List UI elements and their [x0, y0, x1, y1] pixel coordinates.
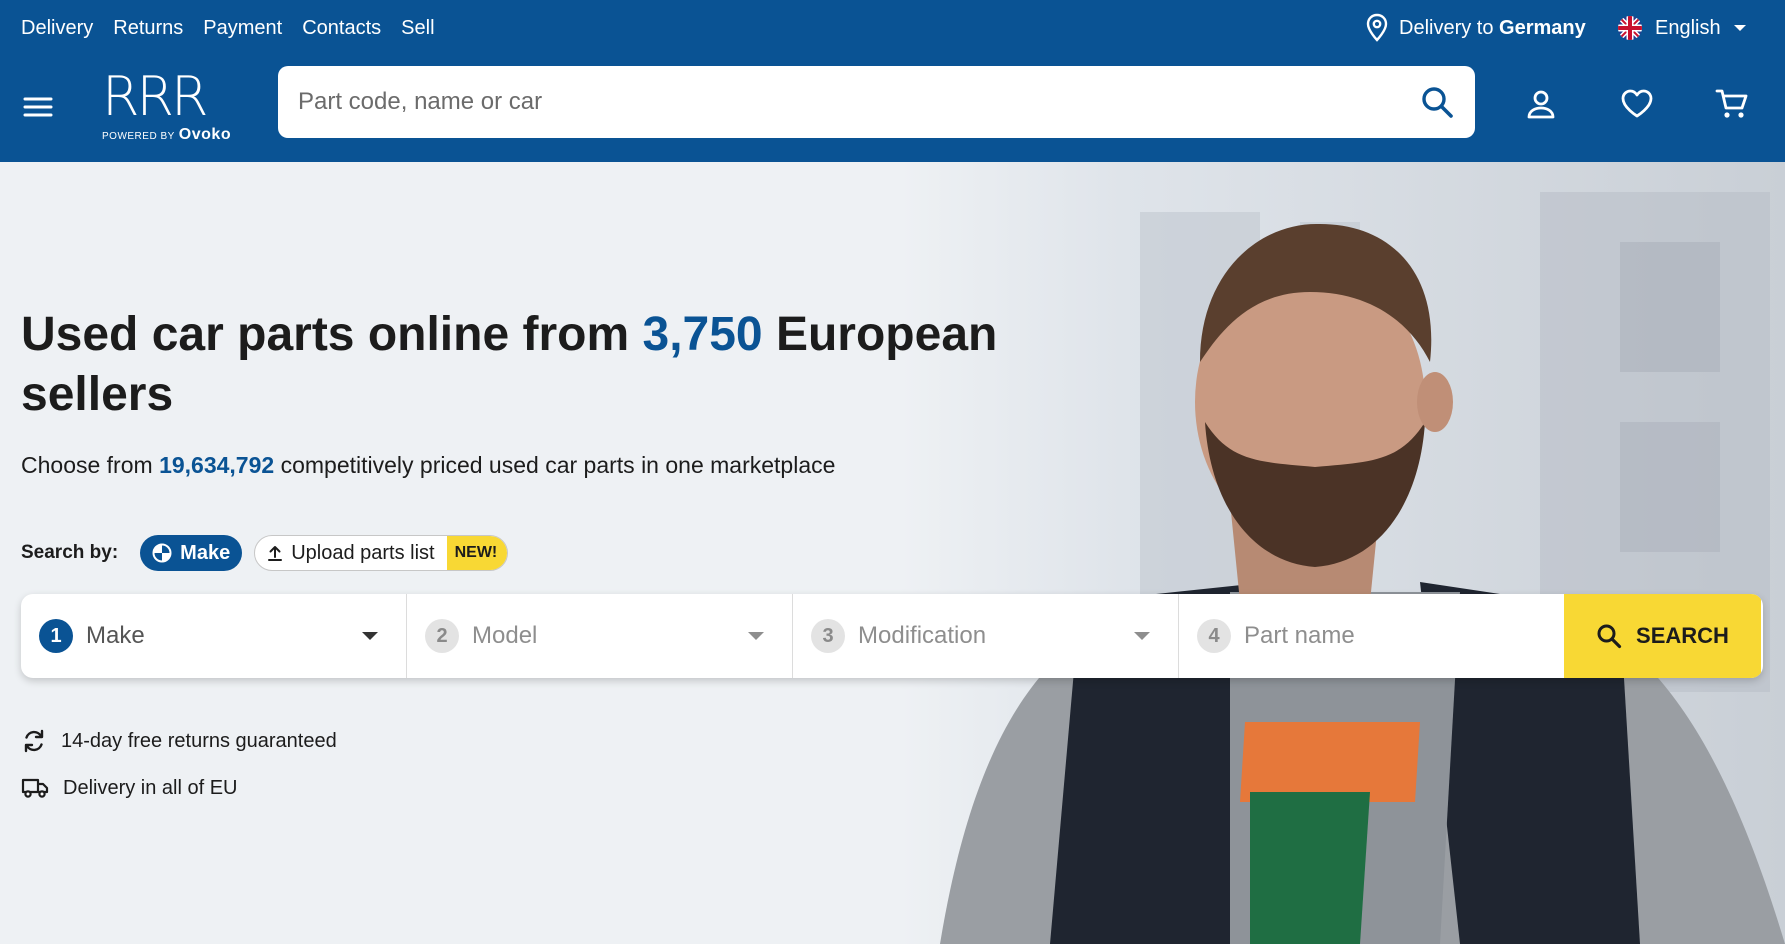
feature-free-returns-label: 14-day free returns guaranteed — [61, 729, 337, 752]
search-by-label: Search by: — [21, 542, 119, 563]
new-badge: NEW! — [446, 536, 508, 570]
delivery-truck-icon — [21, 778, 49, 798]
nav-link-sell[interactable]: Sell — [401, 17, 434, 40]
logo-brand: Ovoko — [178, 126, 232, 143]
vehicle-part-selector: 1 Make 2 Model 3 Modification 4 Part nam… — [21, 594, 1763, 678]
feature-free-returns: 14-day free returns guaranteed — [21, 728, 337, 754]
nav-link-contacts[interactable]: Contacts — [302, 17, 381, 40]
header-search-bar — [278, 66, 1475, 138]
modification-dropdown[interactable]: 3 Modification — [793, 594, 1179, 678]
make-dropdown-label: Make — [86, 622, 145, 649]
caret-down-icon — [362, 632, 378, 640]
car-brand-icon — [152, 543, 172, 563]
nav-link-returns[interactable]: Returns — [113, 17, 183, 40]
language-selector[interactable]: English — [1617, 0, 1747, 56]
search-icon[interactable] — [1419, 84, 1455, 120]
location-pin-icon — [1366, 13, 1388, 42]
part-name-input[interactable]: 4 Part name — [1179, 594, 1564, 678]
hero-subtitle-post: competitively priced used car parts in o… — [274, 452, 836, 478]
caret-down-icon — [1134, 632, 1150, 640]
upload-parts-list-label: Upload parts list — [291, 541, 435, 564]
top-utility-bar: Delivery Returns Payment Contacts Sell D… — [0, 0, 1785, 56]
cart-icon[interactable] — [1712, 84, 1752, 124]
step-number: 3 — [811, 619, 845, 653]
delivery-to-label: Delivery to Germany — [1399, 17, 1586, 40]
model-dropdown[interactable]: 2 Model — [407, 594, 793, 678]
delivery-country: Germany — [1499, 16, 1586, 39]
search-submit-label: SEARCH — [1636, 623, 1729, 648]
step-number: 2 — [425, 619, 459, 653]
caret-down-icon — [748, 632, 764, 640]
hero-title: Used car parts online from 3,750 Europea… — [21, 305, 1001, 425]
search-by-make-label: Make — [180, 541, 231, 564]
step-number: 4 — [1197, 619, 1231, 653]
feature-eu-delivery: Delivery in all of EU — [21, 776, 238, 800]
site-logo[interactable]: RRR POWERED BY Ovoko — [102, 65, 232, 144]
refresh-icon — [24, 729, 44, 753]
logo-powered-label: POWERED BY — [102, 131, 175, 142]
upload-icon — [268, 546, 283, 561]
make-dropdown[interactable]: 1 Make — [21, 594, 407, 678]
nav-link-delivery[interactable]: Delivery — [21, 17, 93, 40]
heart-icon[interactable] — [1617, 84, 1657, 124]
delivery-prefix: Delivery to — [1399, 16, 1494, 39]
modification-dropdown-label: Modification — [858, 622, 987, 649]
top-nav: Delivery Returns Payment Contacts Sell — [21, 0, 435, 56]
hero-subtitle: Choose from 19,634,792 competitively pri… — [21, 452, 835, 479]
logo-powered-by: POWERED BY Ovoko — [102, 126, 232, 144]
step-number: 1 — [39, 619, 73, 653]
feature-eu-delivery-label: Delivery in all of EU — [63, 776, 238, 799]
search-by-make-button[interactable]: Make — [140, 535, 243, 571]
search-by-toggle: Search by: Make Upload parts list NEW! — [21, 535, 509, 571]
delivery-country-selector[interactable]: Delivery to Germany — [1365, 0, 1586, 56]
main-header: RRR POWERED BY Ovoko — [0, 56, 1785, 162]
hero-subtitle-parts-count: 19,634,792 — [159, 452, 275, 478]
hero-title-sellers-count: 3,750 — [642, 308, 763, 361]
hero-title-pre: Used car parts online from — [21, 308, 643, 361]
search-icon — [1597, 624, 1622, 649]
logo-text: RRR — [102, 65, 209, 128]
hero-image-mechanic — [900, 162, 1785, 944]
nav-link-payment[interactable]: Payment — [203, 17, 282, 40]
search-submit-button[interactable]: SEARCH — [1564, 594, 1761, 678]
part-name-label: Part name — [1244, 622, 1355, 649]
upload-parts-list-button[interactable]: Upload parts list NEW! — [254, 535, 509, 571]
hero-subtitle-pre: Choose from — [21, 452, 160, 478]
search-input[interactable] — [298, 66, 1398, 138]
menu-icon[interactable] — [22, 92, 54, 122]
chevron-down-icon — [1733, 25, 1746, 31]
user-icon[interactable] — [1521, 84, 1561, 124]
language-label: English — [1655, 16, 1721, 39]
upload-parts-list-content: Upload parts list — [255, 542, 446, 565]
model-dropdown-label: Model — [472, 622, 538, 649]
uk-flag-icon — [1618, 16, 1642, 40]
